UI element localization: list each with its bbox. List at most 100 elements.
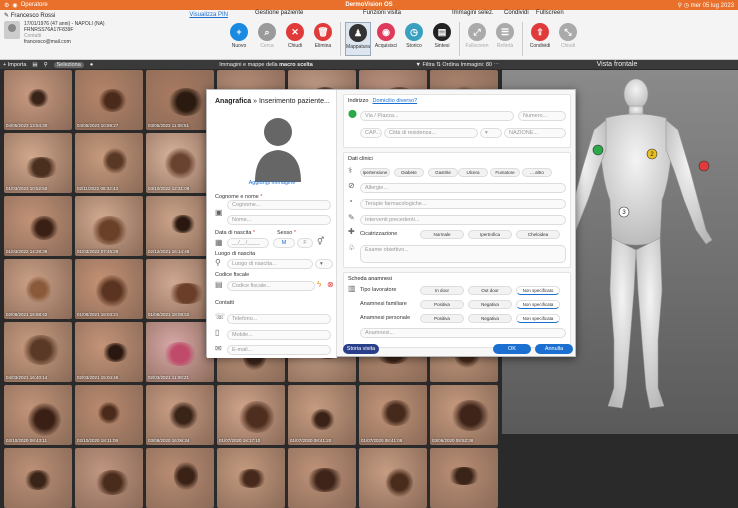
anamnesis-option[interactable]: Non specificato	[516, 286, 560, 295]
user-icon[interactable]: ⚲	[44, 62, 48, 68]
add-image-link[interactable]: Aggiungi immagine	[207, 180, 337, 186]
esame-input[interactable]: Esame obiettivo...	[360, 245, 566, 263]
operator-label[interactable]: Operatore	[21, 2, 48, 8]
image-thumbnail[interactable]: 02/03/2021 11:08:21	[146, 322, 214, 382]
user-icon[interactable]: ⚲	[678, 3, 682, 9]
luogo-dropdown[interactable]: ▾	[315, 259, 333, 269]
image-thumbnail[interactable]	[288, 448, 356, 508]
allergie-input[interactable]: Allergie...	[360, 183, 566, 193]
date-input[interactable]: __/__/____	[227, 238, 269, 248]
image-thumbnail[interactable]: 02/11/2022 08:32:43	[75, 133, 143, 193]
sex-f-button[interactable]: F	[297, 238, 313, 248]
tool-cerca-button[interactable]: ⌕ Cerca	[254, 22, 280, 56]
email-input[interactable]: E-mail...	[227, 345, 331, 355]
cf-input[interactable]: Codice fiscale...	[227, 281, 315, 291]
image-thumbnail[interactable]: 04/05/2023 13:54:30	[4, 70, 72, 130]
tool-acquisisci-button[interactable]: ◉ Acquisisci	[373, 22, 399, 56]
anamnesis-option[interactable]: Positiva	[420, 300, 464, 309]
clinical-chip[interactable]: Fumatore	[490, 168, 520, 177]
image-thumbnail[interactable]	[217, 448, 285, 508]
tool-storico-button[interactable]: ◷ Storico	[401, 22, 427, 56]
image-thumbnail[interactable]: 02/12/2021 16:14:48	[146, 196, 214, 256]
clear-icon[interactable]: ⊗	[327, 280, 334, 289]
anamnesis-option[interactable]: Negativa	[468, 314, 512, 323]
edit-icon[interactable]: ✎	[4, 13, 9, 19]
clinical-chip[interactable]: Ulcera	[458, 168, 488, 177]
image-thumbnail[interactable]: 03/08/2020 16:06:34	[146, 385, 214, 445]
lightning-icon[interactable]: ϟ	[317, 280, 321, 289]
storia-visita-button[interactable]: Storia visita	[343, 344, 379, 354]
image-thumbnail[interactable]	[430, 448, 498, 508]
image-thumbnail[interactable]: 03/06/2020 08:52:38	[430, 385, 498, 445]
luogo-input[interactable]: Luogo di nascita...	[227, 259, 313, 269]
image-thumbnail[interactable]	[4, 448, 72, 508]
body-marker[interactable]	[698, 160, 710, 172]
filter-button[interactable]: ▼ Filtra	[416, 62, 435, 68]
image-thumbnail[interactable]: 01/07/2020 18:17:10	[217, 385, 285, 445]
clinical-chip[interactable]: Ipertensione	[360, 168, 390, 177]
nazione-input[interactable]: NAZIONE...	[504, 128, 566, 138]
clinical-chip[interactable]: Gastrite	[428, 168, 458, 177]
clinical-chip[interactable]: Diabete	[394, 168, 424, 177]
tool-elimina-button[interactable]: 🗑 Elimina	[310, 22, 336, 56]
anamnesis-option[interactable]: Negativa	[468, 300, 512, 309]
cicatrizzazione-option[interactable]: Normale	[420, 230, 464, 239]
nome-input[interactable]: Nome...	[227, 215, 331, 225]
image-thumbnail[interactable]: 04/05/2023 10:59:27	[75, 70, 143, 130]
tool-mappatura-button[interactable]: ♟ Mappatura	[345, 22, 371, 56]
image-thumbnail[interactable]: 01/07/2020 08:41:08	[359, 385, 427, 445]
body-marker[interactable]	[592, 144, 604, 156]
image-thumbnail[interactable]	[359, 448, 427, 508]
image-thumbnail[interactable]: 03/05/2023 11:08:51	[146, 70, 214, 130]
via-input[interactable]: Via / Piazza...	[360, 111, 514, 121]
image-thumbnail[interactable]: 01/03/2023 10:52:50	[4, 133, 72, 193]
annulla-button[interactable]: Annulla	[535, 344, 573, 354]
image-thumbnail[interactable]	[146, 448, 214, 508]
image-thumbnail[interactable]: 03/10/2022 12:31:08	[146, 133, 214, 193]
image-thumbnail[interactable]	[75, 448, 143, 508]
image-thumbnail[interactable]: 04/03/2021 16:40:14	[4, 322, 72, 382]
gear-icon[interactable]: ⚙	[4, 2, 9, 9]
anamnesis-option[interactable]: In door	[420, 286, 464, 295]
image-thumbnail[interactable]: 02/03/2021 15:04:46	[75, 322, 143, 382]
tool-refert-button[interactable]: ☰ Refertà	[492, 22, 518, 56]
anamnesis-option[interactable]: Non specificata	[516, 314, 560, 323]
image-thumbnail[interactable]: 01/08/2021 18:03:21	[75, 259, 143, 319]
cicatrizzazione-option[interactable]: Ipertrofica	[468, 230, 512, 239]
domicilio-link[interactable]: Domicilio diverso?	[372, 98, 417, 104]
gender-icon[interactable]: ⚥	[317, 237, 324, 246]
citta-input[interactable]: Città di residenza...	[384, 128, 478, 138]
pdf-icon[interactable]: ▤	[32, 62, 37, 68]
tool-fullscreen-button[interactable]: ⤢ Fullscreen	[464, 22, 490, 56]
image-thumbnail[interactable]: 01/08/2021 18:08:52	[146, 259, 214, 319]
more-icon[interactable]: ●	[90, 62, 93, 68]
body-marker[interactable]: 2	[646, 148, 658, 160]
cicatrizzazione-option[interactable]: Cheloidea	[516, 230, 560, 239]
province-dropdown[interactable]: ▾	[480, 128, 502, 138]
sex-m-button[interactable]: M	[273, 238, 295, 248]
image-thumbnail[interactable]: 02/10/2020 08:43:11	[4, 385, 72, 445]
phone-input[interactable]: Telefono...	[227, 314, 331, 324]
tool-condividi-button[interactable]: ⇪ Condividi	[527, 22, 553, 56]
interventi-input[interactable]: Interventi precedenti...	[360, 215, 566, 225]
anamnesis-option[interactable]: Non specificata	[516, 300, 560, 309]
cognome-input[interactable]: Cognome...	[227, 200, 331, 210]
cap-input[interactable]: CAP...	[360, 128, 382, 138]
anamnesis-option[interactable]: Positiva	[420, 314, 464, 323]
clinical-chip[interactable]: ... altro	[522, 168, 552, 177]
image-thumbnail[interactable]: 01/03/2022 07:45:29	[75, 196, 143, 256]
import-button[interactable]: + Importa	[3, 62, 26, 68]
body-marker[interactable]: 3	[618, 206, 630, 218]
tool-nuovo-button[interactable]: + Nuovo	[226, 22, 252, 56]
terapie-input[interactable]: Terapie farmacologiche...	[360, 199, 566, 209]
anamnesi-input[interactable]: Anamnesi...	[360, 328, 566, 338]
ok-button[interactable]: OK	[493, 344, 531, 354]
anamnesis-option[interactable]: Out door	[468, 286, 512, 295]
tool-chiudi-button[interactable]: ⤡ Chiudi	[555, 22, 581, 56]
tool-chiudi-button[interactable]: ✕ Chiudi	[282, 22, 308, 56]
mobile-input[interactable]: Mobile...	[227, 330, 331, 340]
visualizza-link[interactable]: Visualizza PIN	[189, 12, 228, 19]
select-button[interactable]: Seleziona	[53, 61, 84, 68]
numero-input[interactable]: Numero...	[518, 111, 566, 121]
image-thumbnail[interactable]: 02/10/2020 18:11:08	[75, 385, 143, 445]
